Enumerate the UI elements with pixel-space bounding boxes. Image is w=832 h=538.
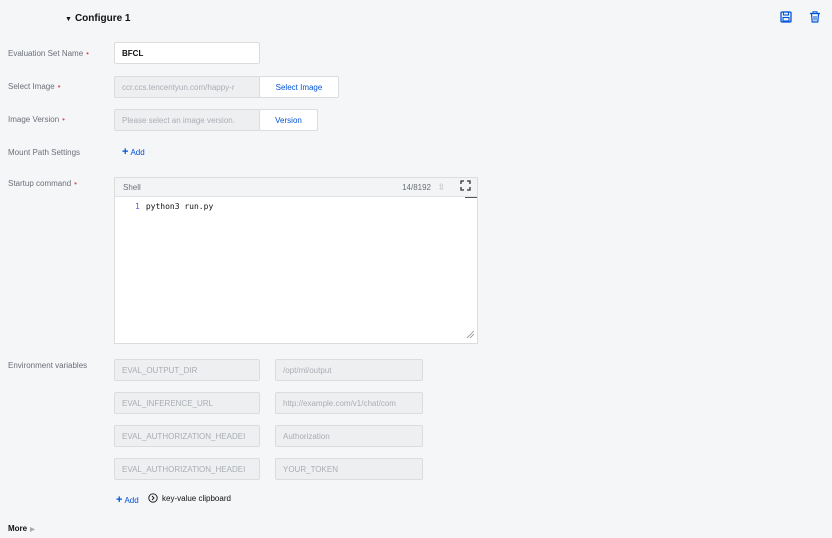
plus-icon: + — [116, 494, 123, 506]
char-counter: 14/8192 — [402, 182, 431, 192]
plus-icon: + — [122, 146, 129, 158]
caret-down-icon: ▼ — [65, 16, 72, 23]
env-key-input: EVAL_OUTPUT_DIR — [114, 359, 260, 381]
env-value-input: http://example.com/v1/chat/com — [275, 392, 423, 414]
more-toggle[interactable]: More ▶ — [8, 524, 35, 533]
image-path-input: ccr.ccs.tencentyun.com/happy-r — [114, 76, 260, 98]
env-add-button[interactable]: + Add — [116, 494, 139, 506]
mount-path-label: Mount Path Settings — [8, 148, 81, 157]
trash-icon[interactable] — [809, 11, 823, 25]
image-version-label: Image Version • — [8, 115, 65, 124]
fullscreen-icon[interactable] — [460, 180, 471, 193]
caret-right-icon: ▶ — [30, 527, 35, 533]
eval-set-name-input[interactable]: BFCL — [114, 42, 260, 64]
scrollbar-indicator — [465, 197, 477, 198]
env-value-input: Authorization — [275, 425, 423, 447]
code-editor[interactable]: Shell 14/8192 ⇳ 1 python3 run.py — [114, 177, 478, 344]
key-value-clipboard-button[interactable]: key-value clipboard — [148, 493, 231, 503]
env-value-input: /opt/ml/output — [275, 359, 423, 381]
code-line[interactable]: 1 python3 run.py — [135, 202, 213, 211]
chevron-circle-icon — [148, 493, 158, 503]
editor-header: Shell 14/8192 ⇳ — [115, 178, 477, 197]
eval-set-name-label: Evaluation Set Name • — [8, 49, 89, 58]
startup-command-label: Startup command • — [8, 179, 77, 188]
env-value-input: YOUR_TOKEN — [275, 458, 423, 480]
select-image-button[interactable]: Select Image — [259, 76, 339, 98]
select-image-label: Select Image • — [8, 82, 61, 91]
section-header[interactable]: ▼ Configure 1 — [65, 13, 131, 24]
env-variables-label: Environment variables — [8, 361, 88, 370]
env-key-input: EVAL_INFERENCE_URL — [114, 392, 260, 414]
env-key-input: EVAL_AUTHORIZATION_HEADEI — [114, 425, 260, 447]
language-label: Shell — [123, 182, 141, 192]
image-version-input: Please select an image version. — [114, 109, 260, 131]
version-button[interactable]: Version — [259, 109, 318, 131]
resize-handle-icon[interactable] — [466, 330, 475, 341]
section-title: Configure 1 — [74, 13, 131, 24]
mount-path-add-button[interactable]: + Add — [122, 146, 145, 158]
collapse-icon[interactable]: ⇳ — [437, 182, 445, 193]
env-key-input: EVAL_AUTHORIZATION_HEADEI — [114, 458, 260, 480]
save-icon[interactable] — [780, 11, 794, 25]
